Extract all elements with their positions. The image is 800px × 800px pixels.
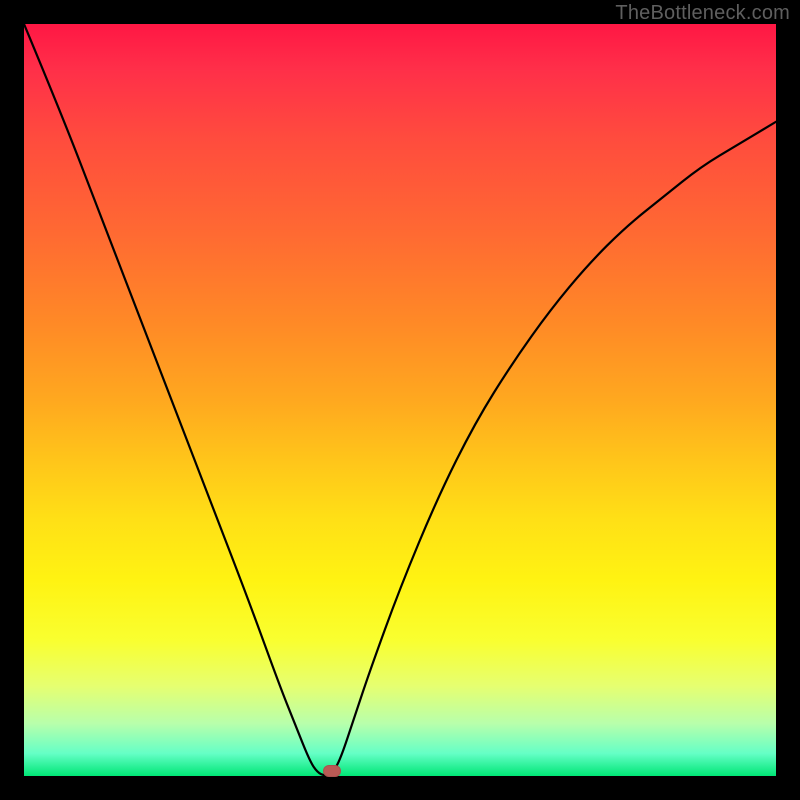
chart-frame: TheBottleneck.com	[0, 0, 800, 800]
plot-area	[24, 24, 776, 776]
bottleneck-curve	[24, 24, 776, 776]
optimum-marker	[323, 765, 341, 777]
watermark-text: TheBottleneck.com	[615, 2, 790, 25]
